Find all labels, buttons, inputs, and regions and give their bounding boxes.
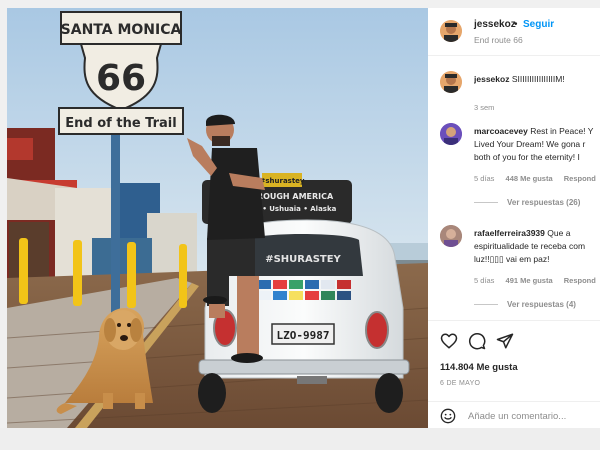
rack-brand: #shurastey: [260, 177, 305, 185]
comment-username[interactable]: rafaelferreira3939: [474, 228, 545, 238]
reply-button[interactable]: Respond: [564, 276, 596, 285]
avatar[interactable]: [440, 71, 462, 93]
reply-button[interactable]: Respond: [564, 174, 596, 183]
license-plate: LZO-9987: [277, 329, 330, 342]
replies-divider: [474, 304, 498, 306]
post-modal: SANTA MONICA 66 End of the Trail #shuras…: [0, 0, 600, 450]
comment-likes[interactable]: 448 Me gusta: [506, 174, 553, 183]
comment-username[interactable]: jessekoz: [474, 74, 509, 84]
comment-body: marcoacevey Rest in Peace! Y Lived Your …: [474, 125, 600, 164]
add-comment-row: [428, 401, 600, 428]
car-window-text: #SHURASTEY: [265, 254, 341, 265]
comment-body: rafaelferreira3939 Que a espiritualidade…: [474, 227, 600, 266]
heart-icon[interactable]: [440, 332, 458, 350]
sign-top-text: SANTA MONICA: [61, 22, 182, 38]
avatar[interactable]: [440, 123, 462, 145]
emoji-icon[interactable]: [440, 408, 456, 424]
comment-likes[interactable]: 491 Me gusta: [506, 276, 553, 285]
sign-bottom-text: End of the Trail: [65, 116, 176, 131]
comment-text-line-3: both of you for the eternity! I: [474, 152, 580, 162]
header-separator: •: [514, 19, 518, 30]
comment-time[interactable]: 5 días: [474, 276, 494, 285]
comment-text-line-2: espiritualidade te receba com: [474, 241, 586, 251]
view-replies-button[interactable]: Ver respuestas (4): [474, 300, 576, 309]
replies-divider: [474, 202, 498, 204]
post-date[interactable]: 6 DE MAYO: [440, 380, 480, 387]
comment-time[interactable]: 5 días: [474, 174, 494, 183]
comment-meta: 3 sem: [474, 103, 503, 112]
comment-username[interactable]: marcoacevey: [474, 126, 528, 136]
list-item: marcoacevey Rest in Peace! Y Lived Your …: [440, 123, 600, 215]
view-replies-label: Ver respuestas (26): [507, 198, 581, 207]
sign-number: 66: [96, 58, 146, 99]
post-header: jessekoz • Seguir End route 66: [428, 8, 600, 56]
avatar[interactable]: [440, 225, 462, 247]
likes-count[interactable]: 114.804 Me gusta: [440, 362, 518, 373]
comment-text-line-3: luz!!▯▯▯ vai em paz!: [474, 254, 550, 264]
comment-body: jessekoz SIIIIIIIIIIIIIIIIM!: [474, 73, 600, 86]
header-username[interactable]: jessekoz: [474, 19, 516, 30]
comment-text-line-1: Rest in Peace! Y: [530, 126, 594, 136]
comments-list[interactable]: jessekoz SIIIIIIIIIIIIIIIIM! 3 sem marco…: [428, 57, 600, 319]
comment-meta: 5 días 448 Me gusta Respond: [474, 174, 600, 183]
follow-button[interactable]: Seguir: [523, 19, 554, 30]
comment-icon[interactable]: [468, 332, 486, 350]
post-photo[interactable]: SANTA MONICA 66 End of the Trail #shuras…: [7, 8, 428, 428]
add-comment-input[interactable]: [468, 408, 598, 424]
share-icon[interactable]: [496, 332, 514, 350]
comment-text-line-2: Lived Your Dream! We gona r: [474, 139, 586, 149]
list-item: rafaelferreira3939 Que a espiritualidade…: [440, 225, 600, 317]
view-replies-label: Ver respuestas (4): [507, 300, 576, 309]
comment-meta: 5 días 491 Me gusta Respond: [474, 276, 600, 285]
avatar[interactable]: [440, 20, 462, 42]
comment-text: SIIIIIIIIIIIIIIIIM!: [511, 74, 565, 84]
comment-time[interactable]: 3 sem: [474, 103, 494, 112]
header-location[interactable]: End route 66: [474, 35, 523, 45]
view-replies-button[interactable]: Ver respuestas (26): [474, 198, 580, 207]
comment-text-line-1: Que a: [547, 228, 571, 238]
post-actions: 114.804 Me gusta 6 DE MAYO: [428, 320, 600, 428]
post-sidebar: jessekoz • Seguir End route 66 jessekoz …: [428, 8, 600, 428]
page-bottom-strip: [0, 428, 600, 450]
list-item: jessekoz SIIIIIIIIIIIIIIIIM! 3 sem: [440, 71, 600, 116]
